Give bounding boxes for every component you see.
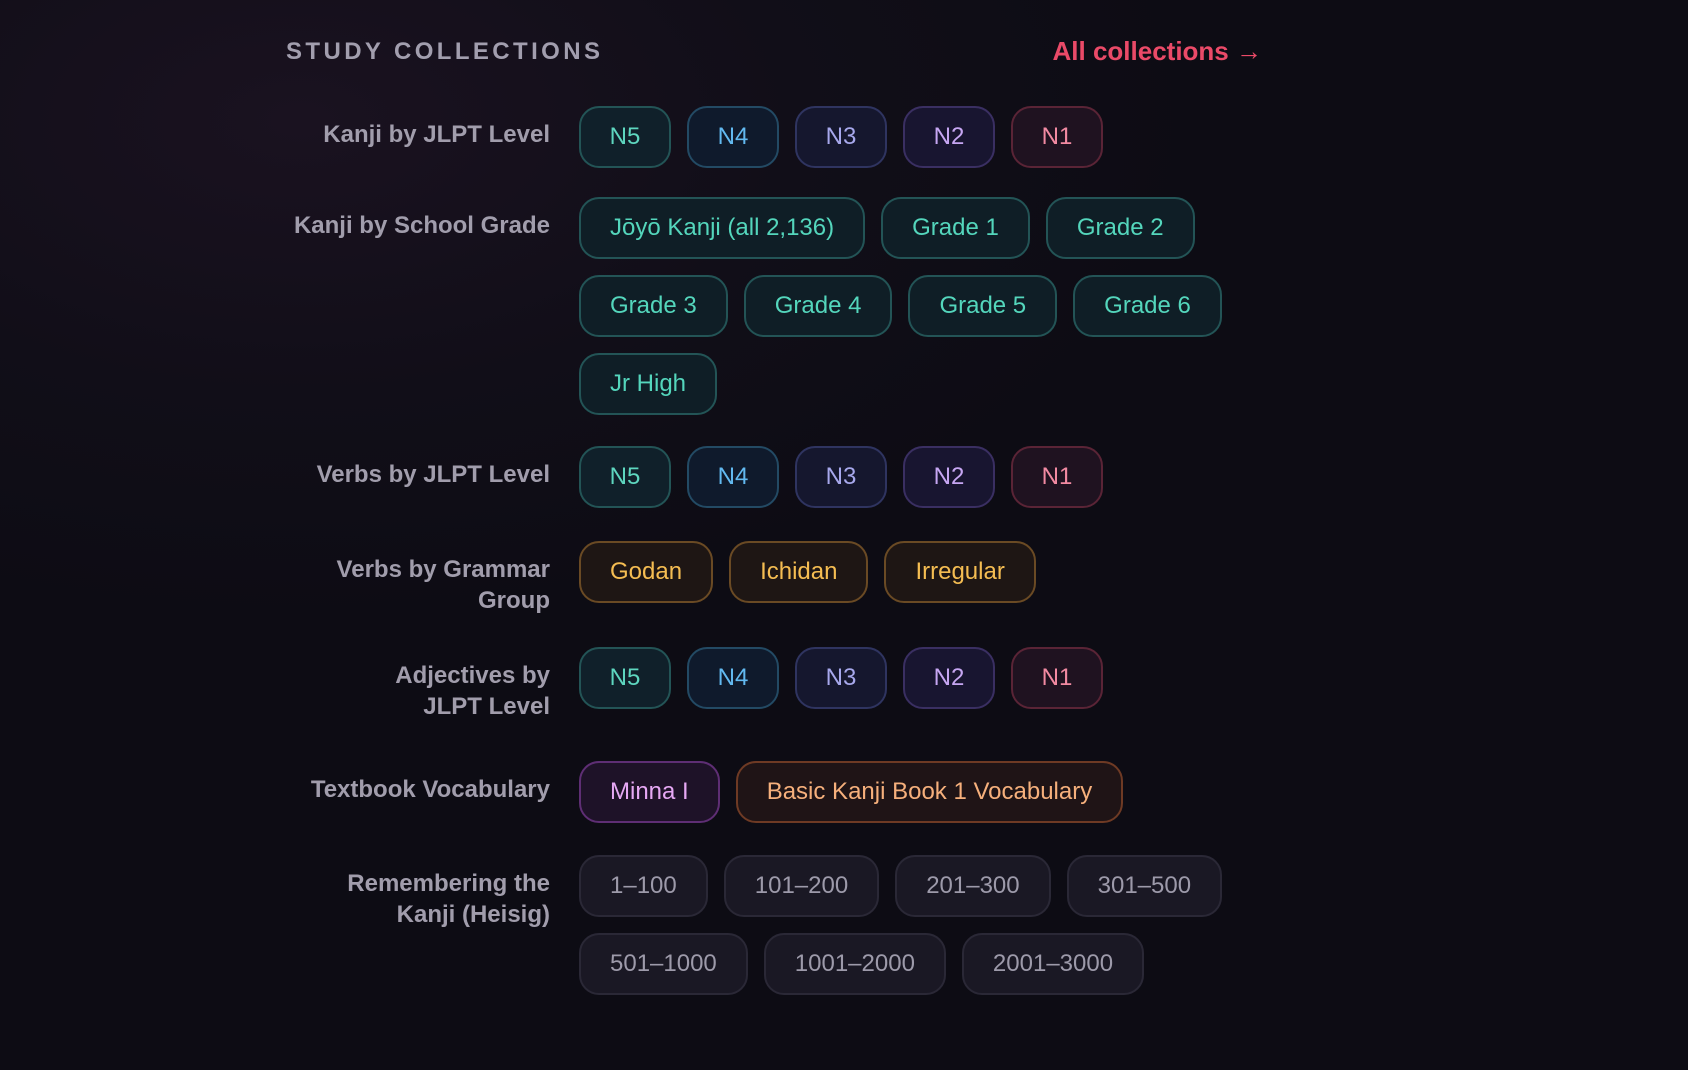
- collection-row-label: Textbook Vocabulary: [310, 776, 550, 803]
- chip-n3[interactable]: N3: [795, 106, 887, 168]
- collection-groups: Kanji by JLPT Level N5 N4 N3 N2 N1 Kanji by Sc…: [286, 106, 1262, 995]
- chip-grade-4[interactable]: Grade 4: [743, 275, 893, 337]
- chip-group: N5 N4 N3 N2 N1: [579, 647, 1103, 709]
- chip-n2[interactable]: N2: [903, 106, 995, 168]
- chip-irregular[interactable]: Irregular: [884, 541, 1036, 603]
- chip-201-300[interactable]: 201–300: [895, 855, 1051, 917]
- collection-row-verbs-by-grammar-group: Verbs by Grammar Group Godan Ichidan Irregu…: [286, 541, 1262, 616]
- section-title: STUDY COLLECTIONS: [286, 38, 604, 65]
- chip-101-200[interactable]: 101–200: [723, 855, 880, 917]
- chip-grade-1[interactable]: Grade 1: [881, 197, 1030, 259]
- chip-minna-i[interactable]: Minna I: [579, 761, 720, 823]
- chip-group: N5 N4 N3 N2 N1: [579, 446, 1103, 508]
- chip-n4[interactable]: N4: [687, 446, 779, 508]
- chip-ichidan[interactable]: Ichidan: [729, 541, 869, 603]
- chip-n3[interactable]: N3: [795, 446, 887, 508]
- study-collections-panel: STUDY COLLECTIONS All collections → Kanj…: [286, 0, 1262, 995]
- chip-group: N5 N4 N3 N2 N1: [579, 106, 1103, 168]
- chip-2001-3000[interactable]: 2001–3000: [961, 933, 1145, 995]
- chip-501-1000[interactable]: 501–1000: [579, 933, 748, 995]
- chip-n5[interactable]: N5: [579, 647, 671, 709]
- collection-row-label: Kanji by School Grade: [293, 212, 550, 239]
- collection-row-kanji-by-school-grade: Kanji by School Grade Jōyō Kanji (all 2,1…: [286, 197, 1262, 415]
- collection-row-label: Remembering the Kanji (Heisig): [347, 870, 550, 928]
- chip-grade-6[interactable]: Grade 6: [1073, 275, 1222, 337]
- collection-row-label: Adjectives by JLPT Level: [395, 662, 550, 720]
- section-header: STUDY COLLECTIONS All collections →: [286, 0, 1262, 106]
- chip-basic-kanji-book-1-vocabulary[interactable]: Basic Kanji Book 1 Vocabulary: [735, 761, 1124, 823]
- chip-group: Jōyō Kanji (all 2,136) Grade 1 Grade 2 Grad…: [579, 197, 1239, 415]
- chip-jr-high[interactable]: Jr High: [579, 353, 718, 415]
- chip-j-y-kanji-all-2-136[interactable]: Jōyō Kanji (all 2,136): [579, 197, 866, 259]
- chip-n4[interactable]: N4: [687, 106, 779, 168]
- chip-group: Godan Ichidan Irregular: [579, 541, 1036, 603]
- chip-group: Minna I Basic Kanji Book 1 Vocabulary: [579, 761, 1124, 823]
- chip-n5[interactable]: N5: [579, 106, 671, 168]
- collection-row-verbs-by-jlpt-level: Verbs by JLPT Level N5 N4 N3 N2 N1: [286, 446, 1262, 508]
- collection-row-label: Kanji by JLPT Level: [323, 121, 550, 148]
- chip-godan[interactable]: Godan: [579, 541, 714, 603]
- collection-row-remembering-the-kanji-heisig: Remembering the Kanji (Heisig) 1–100 101–2…: [286, 855, 1262, 995]
- chip-n2[interactable]: N2: [903, 647, 995, 709]
- collection-row-kanji-by-jlpt-level: Kanji by JLPT Level N5 N4 N3 N2 N1: [286, 106, 1262, 168]
- chip-n1[interactable]: N1: [1011, 446, 1103, 508]
- all-collections-link[interactable]: All collections →: [1053, 36, 1263, 67]
- chip-n2[interactable]: N2: [903, 446, 995, 508]
- chip-301-500[interactable]: 301–500: [1066, 855, 1223, 917]
- chip-n5[interactable]: N5: [579, 446, 671, 508]
- chip-grade-2[interactable]: Grade 2: [1045, 197, 1195, 259]
- chip-n1[interactable]: N1: [1011, 106, 1103, 168]
- chip-n1[interactable]: N1: [1011, 647, 1103, 709]
- chip-group: 1–100 101–200 201–300 301–500 501–1000 1001–2…: [579, 855, 1239, 995]
- chip-grade-3[interactable]: Grade 3: [579, 275, 728, 337]
- chip-grade-5[interactable]: Grade 5: [908, 275, 1058, 337]
- chip-1001-2000[interactable]: 1001–2000: [763, 933, 946, 995]
- collection-row-textbook-vocabulary: Textbook Vocabulary Minna I Basic Kanji Bo…: [286, 761, 1262, 823]
- chip-n3[interactable]: N3: [795, 647, 887, 709]
- chip-1-100[interactable]: 1–100: [579, 855, 708, 917]
- collection-row-adjectives-by-jlpt-level: Adjectives by JLPT Level N5 N4 N3 N2 N1: [286, 647, 1262, 722]
- collection-row-label: Verbs by JLPT Level: [316, 461, 550, 488]
- collection-row-label: Verbs by Grammar Group: [336, 556, 550, 614]
- chip-n4[interactable]: N4: [687, 647, 779, 709]
